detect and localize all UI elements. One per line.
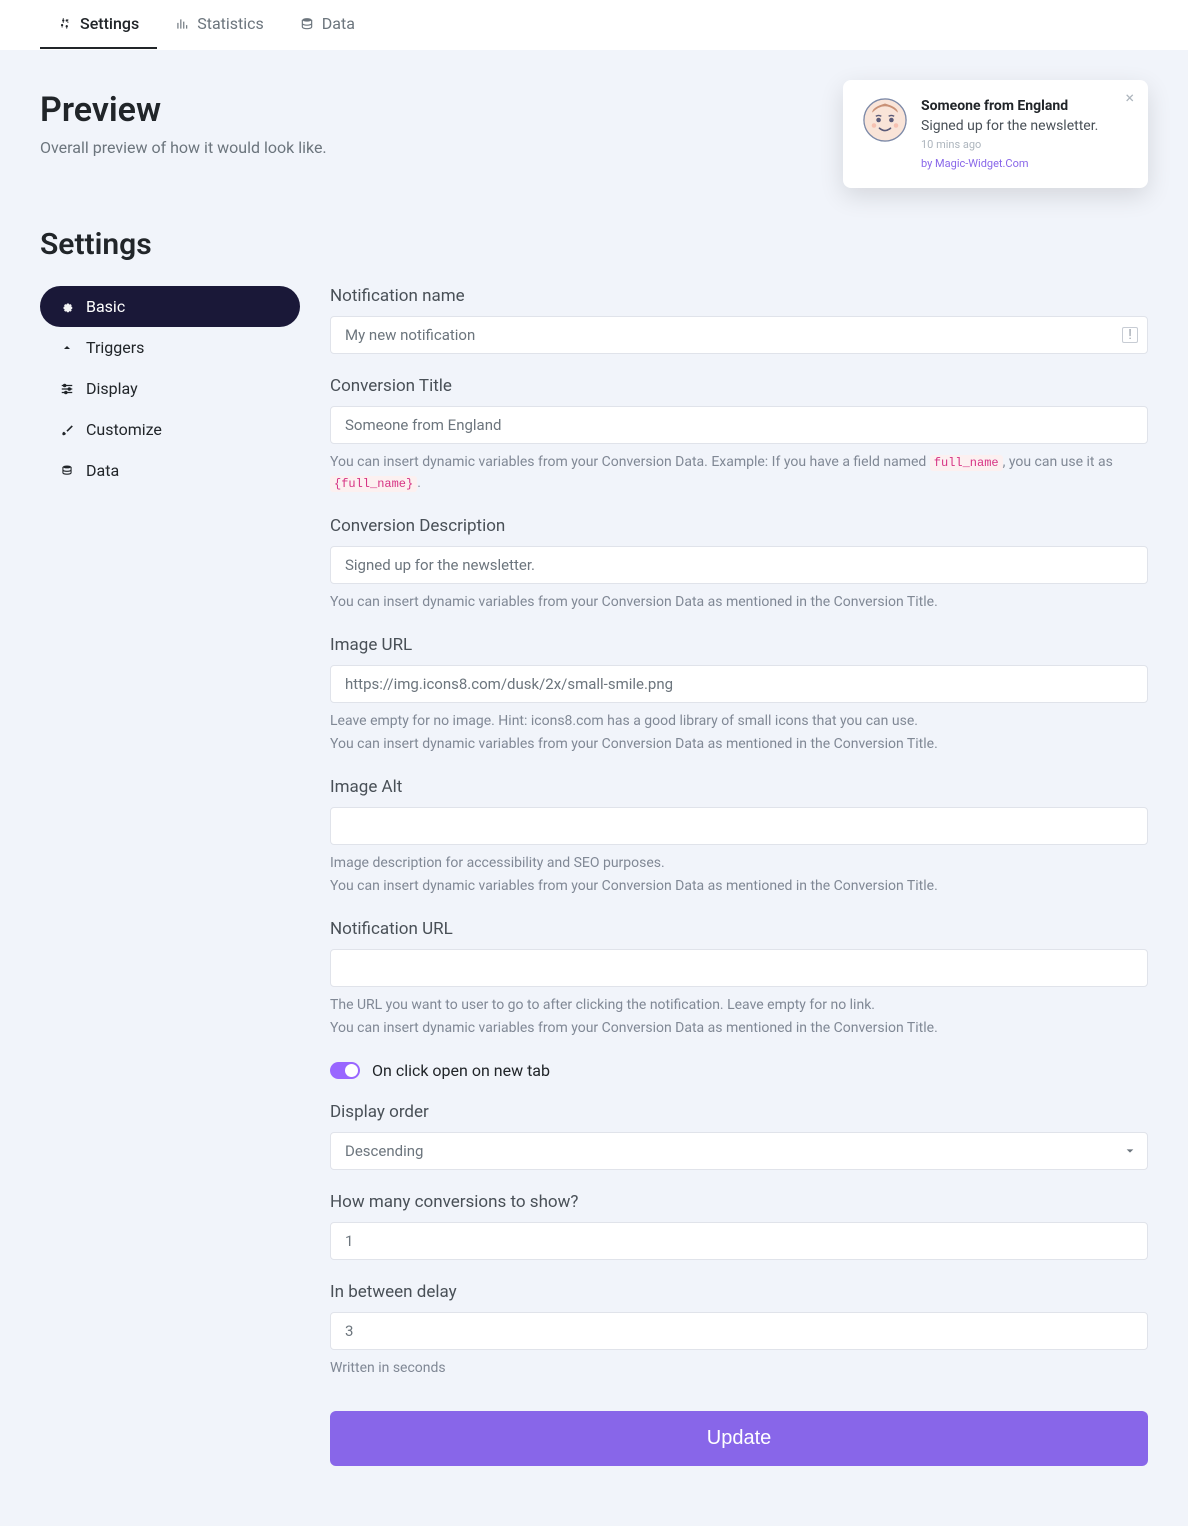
settings-title: Settings [40,227,1148,262]
brush-icon [60,423,74,437]
tab-statistics[interactable]: Statistics [157,0,282,49]
notification-name-label: Notification name [330,286,1148,306]
sidebar-item-triggers[interactable]: Triggers [40,327,300,368]
open-new-tab-toggle[interactable] [330,1062,360,1079]
database-icon [60,464,74,478]
image-alt-hint2: You can insert dynamic variables from yo… [330,876,1148,897]
image-alt-label: Image Alt [330,777,1148,797]
toast-time: 10 mins ago [921,138,1128,151]
conversion-title-label: Conversion Title [330,376,1148,396]
sidebar-item-label: Data [86,461,119,480]
cogs-icon [58,16,72,32]
code-pill: full_name [930,455,1003,471]
tab-settings[interactable]: Settings [40,0,157,49]
toast-description: Signed up for the newsletter. [921,118,1128,134]
conversion-title-input[interactable] [330,406,1148,444]
tab-settings-label: Settings [80,14,139,33]
sidebar-item-label: Display [86,379,138,398]
tab-data[interactable]: Data [282,0,373,49]
conversion-description-label: Conversion Description [330,516,1148,536]
display-order-label: Display order [330,1102,1148,1122]
code-pill: {full_name} [330,476,417,492]
between-delay-label: In between delay [330,1282,1148,1302]
chart-bar-icon [175,17,189,31]
chevron-up-icon [60,342,74,354]
between-delay-hint: Written in seconds [330,1358,1148,1379]
form-area: Notification name ! Conversion Title You… [330,286,1148,1466]
notification-url-hint1: The URL you want to user to go to after … [330,995,1148,1016]
toast-credit[interactable]: by Magic-Widget.Com [921,157,1128,170]
preview-section: Preview Overall preview of how it would … [40,90,1148,157]
notification-name-input[interactable] [330,316,1148,354]
image-url-label: Image URL [330,635,1148,655]
notification-toast: × Someone from England Signed up for the… [843,80,1148,188]
notification-url-hint2: You can insert dynamic variables from yo… [330,1018,1148,1039]
sidebar-item-label: Customize [86,420,162,439]
display-order-select[interactable]: Descending [330,1132,1148,1170]
toast-title: Someone from England [921,98,1128,114]
sidebar-item-label: Basic [86,297,125,316]
image-alt-input[interactable] [330,807,1148,845]
sidebar-item-data[interactable]: Data [40,450,300,491]
open-new-tab-label: On click open on new tab [372,1061,550,1080]
sidebar-item-display[interactable]: Display [40,368,300,409]
tab-data-label: Data [322,14,355,33]
between-delay-input[interactable] [330,1312,1148,1350]
notification-url-input[interactable] [330,949,1148,987]
conversion-description-hint: You can insert dynamic variables from yo… [330,592,1148,613]
image-url-input[interactable] [330,665,1148,703]
side-nav: Basic Triggers Display Customize [40,286,300,1466]
sidebar-item-label: Triggers [86,338,144,357]
conversion-title-hint: You can insert dynamic variables from yo… [330,452,1148,494]
update-button[interactable]: Update [330,1411,1148,1466]
sidebar-item-customize[interactable]: Customize [40,409,300,450]
avatar-icon [863,98,907,142]
image-url-hint2: You can insert dynamic variables from yo… [330,734,1148,755]
conversion-description-input[interactable] [330,546,1148,584]
gear-icon [60,300,74,314]
conversions-count-input[interactable] [330,1222,1148,1260]
image-alt-hint1: Image description for accessibility and … [330,853,1148,874]
image-url-hint1: Leave empty for no image. Hint: icons8.c… [330,711,1148,732]
sliders-icon [60,382,74,396]
database-icon [300,17,314,31]
input-suffix-icon: ! [1122,327,1138,343]
notification-url-label: Notification URL [330,919,1148,939]
conversions-count-label: How many conversions to show? [330,1192,1148,1212]
close-icon[interactable]: × [1125,90,1134,106]
tab-statistics-label: Statistics [197,14,264,33]
top-tabs: Settings Statistics Data [0,0,1188,50]
sidebar-item-basic[interactable]: Basic [40,286,300,327]
